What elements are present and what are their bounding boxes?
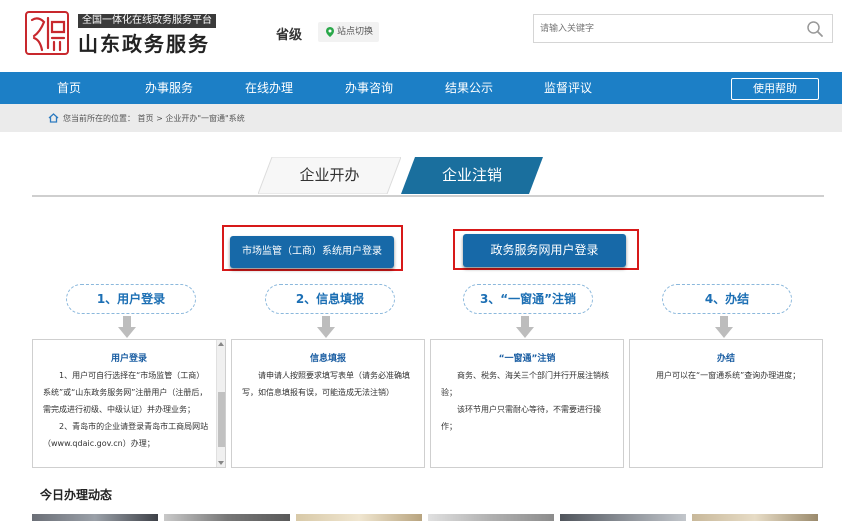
scroll-up-icon[interactable]	[218, 342, 224, 346]
nav-item-results[interactable]: 结果公示	[445, 72, 493, 104]
step-detail-title: 用户登录	[110, 354, 147, 364]
nav-item-consult[interactable]: 办事咨询	[345, 72, 393, 104]
location-pin-icon	[326, 27, 334, 37]
main-navigation: 首页 办事服务 在线办理 办事咨询 结果公示 监督评议 使用帮助	[0, 72, 842, 104]
search-box	[533, 14, 833, 43]
news-thumbnail[interactable]	[32, 514, 158, 521]
step-detail-text: 请申请人按照要求填写表单（请务必准确填写，如信息填报有误，可能造成无法注销）	[242, 371, 410, 397]
nav-item-supervision[interactable]: 监督评议	[544, 72, 592, 104]
nav-item-home[interactable]: 首页	[57, 72, 81, 104]
tabs-divider	[32, 195, 824, 197]
news-thumbnail[interactable]	[428, 514, 554, 521]
government-portal-login-button[interactable]: 政务服务网用户登录	[463, 234, 626, 267]
region-switch-button[interactable]: 站点切换	[318, 22, 380, 42]
step-detail-box-4: 办结 用户可以在“一窗通系统”查询办理进度；	[629, 339, 823, 468]
tab-enterprise-startup[interactable]: 企业开办	[258, 157, 401, 194]
step-detail-box-1: 用户登录 1、用户可自行选择在“市场监管（工商）系统”或“山东政务服务网”注册用…	[32, 339, 226, 468]
region-label: 省级	[276, 28, 303, 43]
news-thumbnail[interactable]	[560, 514, 686, 521]
scrollbar[interactable]	[216, 340, 225, 467]
step-detail-title: “一窗通”注销	[498, 354, 556, 364]
step-detail-box-2: 信息填报 请申请人按照要求填写表单（请务必准确填写，如信息填报有误，可能造成无法…	[231, 339, 425, 468]
step-pill-2: 2、信息填报	[265, 284, 395, 314]
site-header: 全国一体化在线政务服务平台 山东政务服务 省级 站点切换	[0, 0, 842, 72]
news-thumbnail[interactable]	[164, 514, 290, 521]
tab-enterprise-deregistration[interactable]: 企业注销	[401, 157, 543, 194]
step-detail-text: 2、青岛市的企业请登录青岛市工商局网站（www.qdaic.gov.cn）办理；	[43, 422, 209, 448]
news-thumbnail[interactable]	[296, 514, 422, 521]
search-icon[interactable]	[806, 20, 824, 38]
breadcrumb: 您当前所在的位置： 首页 > 企业开办"一窗通"系统	[63, 114, 245, 123]
scroll-down-icon[interactable]	[218, 461, 224, 465]
step-detail-text: 1、用户可自行选择在“市场监管（工商）系统”或“山东政务服务网”注册用户（注册后…	[43, 371, 208, 414]
market-supervision-login-button[interactable]: 市场监管（工商）系统用户登录	[230, 236, 394, 268]
step-detail-title: 信息填报	[309, 354, 346, 364]
arrow-down-icon	[118, 316, 136, 338]
home-icon	[48, 113, 59, 123]
scrollbar-thumb[interactable]	[218, 392, 225, 447]
news-thumbnail[interactable]	[692, 514, 818, 521]
logo-subtitle: 全国一体化在线政务服务平台	[78, 14, 216, 28]
nav-item-online[interactable]: 在线办理	[245, 72, 293, 104]
step-detail-text: 商务、税务、海关三个部门并行开展注销核验；	[441, 371, 609, 397]
step-pill-1: 1、用户登录	[66, 284, 196, 314]
step-detail-box-3: “一窗通”注销 商务、税务、海关三个部门并行开展注销核验； 该环节用户只需耐心等…	[430, 339, 624, 468]
logo-seal-icon[interactable]	[24, 10, 70, 56]
help-button[interactable]: 使用帮助	[731, 78, 819, 100]
step-pill-3: 3、“一窗通”注销	[463, 284, 593, 314]
step-pill-4: 4、办结	[662, 284, 792, 314]
nav-item-services[interactable]: 办事服务	[145, 72, 193, 104]
step-detail-title: 办结	[716, 354, 735, 364]
section-title-today: 今日办理动态	[40, 488, 113, 502]
search-input[interactable]	[534, 15, 804, 42]
logo-title[interactable]: 山东政务服务	[78, 28, 210, 57]
arrow-down-icon	[317, 316, 335, 338]
tab-enterprise-startup-label: 企业开办	[299, 166, 360, 184]
tab-enterprise-deregistration-label: 企业注销	[441, 166, 502, 184]
step-detail-text: 用户可以在“一窗通系统”查询办理进度；	[656, 371, 801, 380]
breadcrumb-bar: 您当前所在的位置： 首页 > 企业开办"一窗通"系统	[0, 104, 842, 132]
region-switch-label: 站点切换	[337, 27, 374, 37]
arrow-down-icon	[516, 316, 534, 338]
step-detail-text: 该环节用户只需耐心等待，不需要进行操作；	[441, 405, 601, 431]
arrow-down-icon	[715, 316, 733, 338]
